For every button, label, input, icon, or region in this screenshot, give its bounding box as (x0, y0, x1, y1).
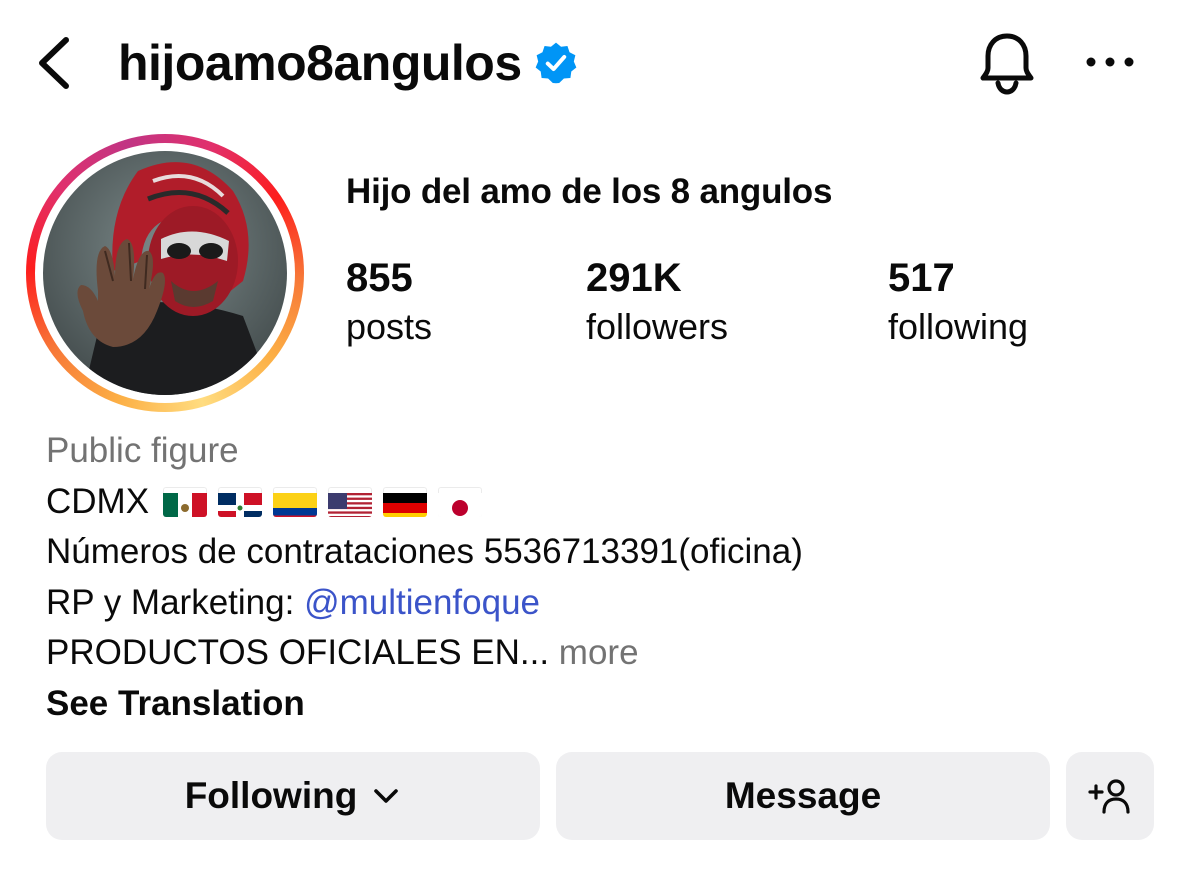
posts-count: 855 (346, 256, 413, 300)
verified-badge-icon (535, 42, 577, 84)
profile-header: hijoamo8angulos (118, 28, 578, 98)
posts-label: posts (346, 306, 433, 347)
profile-bio: Public figure CDMX Números de contrataci… (46, 426, 1146, 729)
bio-location-line: CDMX (46, 477, 1146, 528)
suggested-accounts-button[interactable] (1066, 752, 1154, 840)
bio-products-line: PRODUCTOS OFICIALES EN... more (46, 628, 1146, 679)
chevron-down-icon (374, 789, 399, 803)
notifications-button[interactable] (974, 28, 1040, 96)
profile-category: Public figure (46, 431, 239, 470)
germany-flag-icon (383, 487, 428, 517)
chevron-left-icon (39, 37, 69, 89)
profile-full-name: Hijo del amo de los 8 angulos (346, 172, 833, 211)
following-label: following (888, 306, 1029, 347)
mention-link[interactable]: @multienfoque (304, 583, 540, 622)
bio-products-text: PRODUCTOS OFICIALES EN... (46, 633, 550, 672)
stat-followers[interactable]: 291K followers (586, 252, 728, 350)
stat-following[interactable]: 517 following (888, 252, 1028, 350)
more-options-button[interactable] (1080, 38, 1140, 86)
add-person-icon (1088, 779, 1130, 814)
more-horizontal-icon (1086, 57, 1134, 67)
following-count: 517 (888, 256, 955, 300)
flag-list (163, 487, 483, 517)
followers-label: followers (586, 306, 729, 347)
see-translation-link[interactable]: See Translation (46, 679, 1146, 730)
avatar-photo (43, 151, 287, 395)
bio-pr-prefix: RP y Marketing: (46, 582, 305, 622)
username: hijoamo8angulos (118, 35, 522, 91)
bio-more-link[interactable]: more (559, 633, 639, 672)
message-button-label: Message (724, 775, 882, 816)
stat-posts[interactable]: 855 posts (346, 252, 432, 350)
followers-count: 291K (586, 256, 682, 300)
bio-location: CDMX (46, 481, 150, 521)
dominican-republic-flag-icon (218, 487, 263, 517)
following-button-label: Following (184, 775, 358, 816)
message-button[interactable]: Message (556, 752, 1050, 840)
bio-contact-line: Números de contrataciones 5536713391(ofi… (46, 532, 803, 571)
bell-icon (980, 33, 1034, 95)
back-button[interactable] (30, 32, 82, 94)
japan-flag-icon (438, 487, 483, 517)
profile-avatar[interactable] (26, 134, 304, 412)
mexico-flag-icon (163, 487, 208, 517)
colombia-flag-icon (273, 487, 318, 517)
following-button[interactable]: Following (46, 752, 540, 840)
bio-pr-line: RP y Marketing: @multienfoque (46, 578, 1146, 629)
united-states-flag-icon (328, 487, 373, 517)
